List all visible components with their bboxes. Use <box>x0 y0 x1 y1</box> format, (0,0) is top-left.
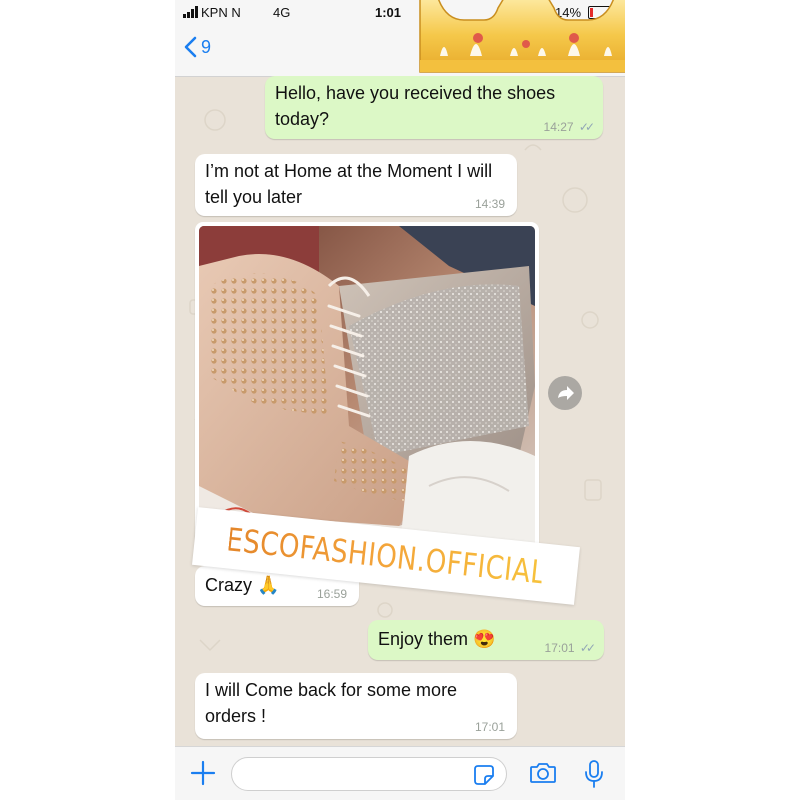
unread-count: 9 <box>201 36 212 57</box>
chat-screen: KPN N 4G 1:01 ☾ 14% 9 Hello, have you re… <box>175 0 625 800</box>
message-text: I will Come back for some more orders ! <box>205 680 458 726</box>
message-bubble-outgoing[interactable]: Enjoy them 😍 17:01 ✓✓ <box>368 620 604 660</box>
back-button[interactable]: 9 <box>183 36 211 58</box>
image-message[interactable] <box>195 222 539 560</box>
message-text: I’m not at Home at the Moment I will tel… <box>205 161 493 207</box>
message-bubble-incoming[interactable]: I’m not at Home at the Moment I will tel… <box>195 154 517 216</box>
message-meta: 16:59 <box>317 587 347 601</box>
message-time: 16:59 <box>316 587 347 601</box>
shoe-photo[interactable] <box>199 226 535 556</box>
message-time: 17:01 <box>544 641 575 655</box>
message-input-bar <box>175 746 625 800</box>
plus-icon <box>190 760 216 786</box>
read-ticks-icon: ✓✓ <box>579 641 596 655</box>
sticker-button[interactable] <box>473 764 495 786</box>
camera-button[interactable] <box>529 761 557 785</box>
microphone-icon <box>585 760 603 788</box>
message-text: Enjoy them 😍 <box>378 629 496 649</box>
camera-icon <box>530 763 556 783</box>
forward-arrow-icon <box>558 386 574 400</box>
message-time: 14:39 <box>474 197 505 211</box>
message-meta: 14:39 <box>475 197 505 211</box>
status-time: 1:01 <box>375 5 402 20</box>
message-text: Hello, have you received the shoes today… <box>275 83 556 129</box>
network-type: 4G <box>273 5 291 20</box>
message-time: 17:01 <box>474 720 505 734</box>
message-meta: 17:01 <box>475 720 505 734</box>
carrier-name: KPN N <box>201 5 241 20</box>
message-meta: 17:01 ✓✓ <box>544 641 597 655</box>
attach-button[interactable] <box>189 759 217 787</box>
message-input[interactable] <box>231 757 507 791</box>
sticker-icon <box>474 765 494 785</box>
voice-message-button[interactable] <box>583 759 605 789</box>
read-ticks-icon: ✓✓ <box>578 120 595 134</box>
message-meta: 14:27 ✓✓ <box>543 120 596 134</box>
message-bubble-outgoing[interactable]: Hello, have you received the shoes today… <box>265 76 603 139</box>
message-time: 14:27 <box>543 120 574 134</box>
crown-sticker <box>419 0 625 73</box>
chevron-left-icon <box>184 36 197 58</box>
message-bubble-incoming[interactable]: I will Come back for some more orders ! … <box>195 673 517 739</box>
forward-button[interactable] <box>548 376 582 410</box>
message-text: Crazy 🙏 <box>205 575 280 595</box>
